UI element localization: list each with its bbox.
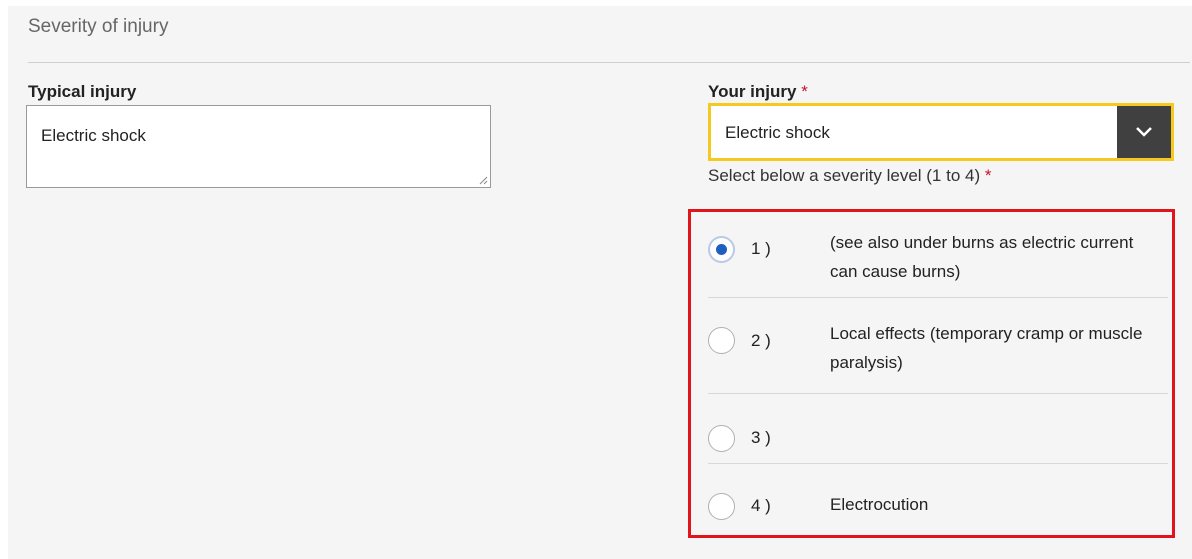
your-injury-select[interactable]: Electric shock [708, 103, 1174, 161]
section-divider [28, 62, 1190, 63]
severity-hint-text: Select below a severity level (1 to 4) [708, 166, 981, 185]
your-injury-selected-value: Electric shock [725, 123, 830, 142]
chevron-down-icon [1136, 127, 1152, 137]
dropdown-toggle-button[interactable] [1117, 106, 1171, 158]
severity-hint: Select below a severity level (1 to 4) * [708, 166, 991, 186]
typical-injury-value: Electric shock [41, 126, 146, 145]
section-title: Severity of injury [28, 16, 169, 37]
required-asterisk: * [801, 82, 808, 101]
resize-grip-icon[interactable] [478, 175, 488, 185]
highlight-annotation-box [688, 209, 1175, 538]
typical-injury-textarea[interactable]: Electric shock [26, 105, 491, 188]
required-asterisk: * [984, 166, 992, 185]
your-injury-label-text: Your injury [708, 82, 797, 101]
your-injury-label: Your injury * [708, 82, 808, 102]
typical-injury-label: Typical injury [28, 82, 137, 101]
